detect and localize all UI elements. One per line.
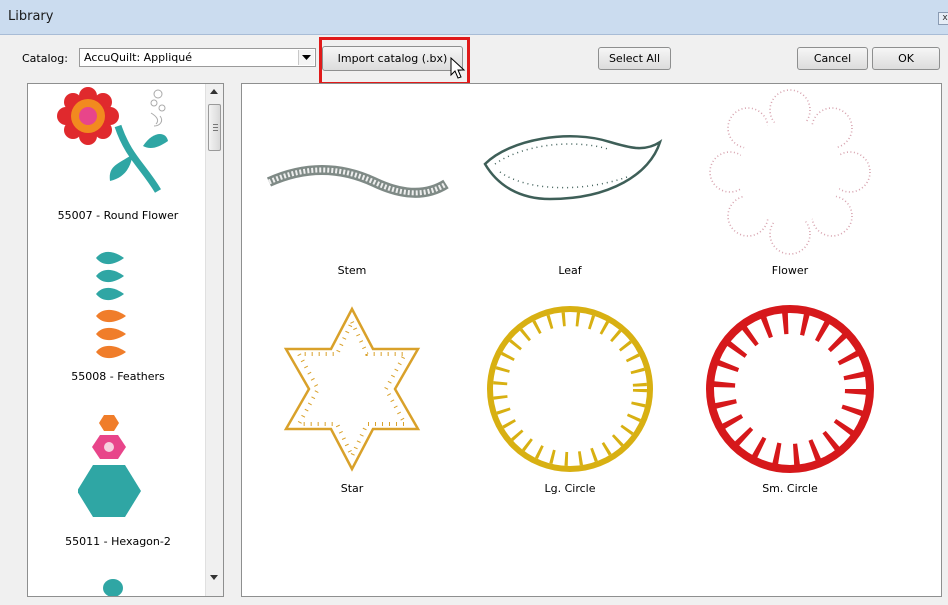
list-item[interactable]: 55007 - Round Flower	[28, 84, 208, 234]
hexagon-thumbnail	[78, 415, 141, 517]
list-item-label: 55011 - Hexagon-2	[65, 535, 171, 548]
gallery-item-star[interactable]: Star	[252, 299, 452, 499]
gallery-item-label: Leaf	[558, 264, 582, 277]
star-shape	[283, 306, 421, 472]
gallery-item-label: Lg. Circle	[544, 482, 596, 495]
list-scrollbar[interactable]	[205, 84, 223, 596]
gallery-item-label: Stem	[337, 264, 367, 277]
lg-circle-shape	[487, 306, 653, 472]
scroll-up-icon[interactable]	[210, 89, 218, 94]
list-item-label: 55007 - Round Flower	[57, 209, 179, 222]
cancel-button[interactable]: Cancel	[797, 47, 868, 70]
window-title: Library	[8, 9, 54, 24]
gallery-item-flower[interactable]: Flower	[690, 84, 890, 284]
cursor-icon	[450, 57, 466, 79]
shape-gallery[interactable]: Stem Leaf Flower Star Lg. Circle Sm. Cir…	[241, 83, 942, 597]
highlight-box	[319, 37, 470, 85]
catalog-dropdown[interactable]: AccuQuilt: Appliqué	[79, 48, 316, 67]
gallery-item-stem[interactable]: Stem	[252, 124, 452, 284]
sm-circle-shape	[706, 305, 874, 473]
close-button[interactable]: x	[938, 12, 948, 25]
scroll-thumb[interactable]	[208, 104, 221, 151]
catalog-dropdown-value: AccuQuilt: Appliqué	[84, 51, 192, 64]
gallery-item-label: Flower	[771, 264, 809, 277]
list-item[interactable]: 55008 - Feathers	[28, 244, 208, 394]
title-bar: Library x	[0, 0, 948, 35]
library-dialog: Library x Catalog: AccuQuilt: Appliqué I…	[0, 0, 948, 605]
flower-shape	[709, 89, 871, 255]
stem-shape	[266, 164, 449, 198]
list-item[interactable]: 55011 - Hexagon-2	[28, 409, 208, 559]
gallery-item-label: Sm. Circle	[762, 482, 818, 495]
feathers-thumbnail	[96, 251, 126, 359]
chevron-down-icon[interactable]	[298, 50, 314, 65]
gallery-item-sm-circle[interactable]: Sm. Circle	[690, 299, 890, 499]
ok-button[interactable]: OK	[872, 47, 940, 70]
leaf-shape	[483, 135, 663, 201]
gallery-item-leaf[interactable]: Leaf	[470, 124, 670, 284]
select-all-button[interactable]: Select All	[598, 47, 671, 70]
catalog-list[interactable]: 55007 - Round Flower 55008 - Feathers 55…	[27, 83, 224, 597]
scroll-down-icon[interactable]	[210, 575, 218, 580]
gallery-item-label: Star	[340, 482, 364, 495]
list-item-label: 55008 - Feathers	[71, 370, 165, 383]
gallery-item-lg-circle[interactable]: Lg. Circle	[470, 299, 670, 499]
catalog-label: Catalog:	[22, 52, 68, 65]
round-flower-thumbnail	[57, 87, 168, 193]
partial-thumbnail	[103, 579, 123, 596]
